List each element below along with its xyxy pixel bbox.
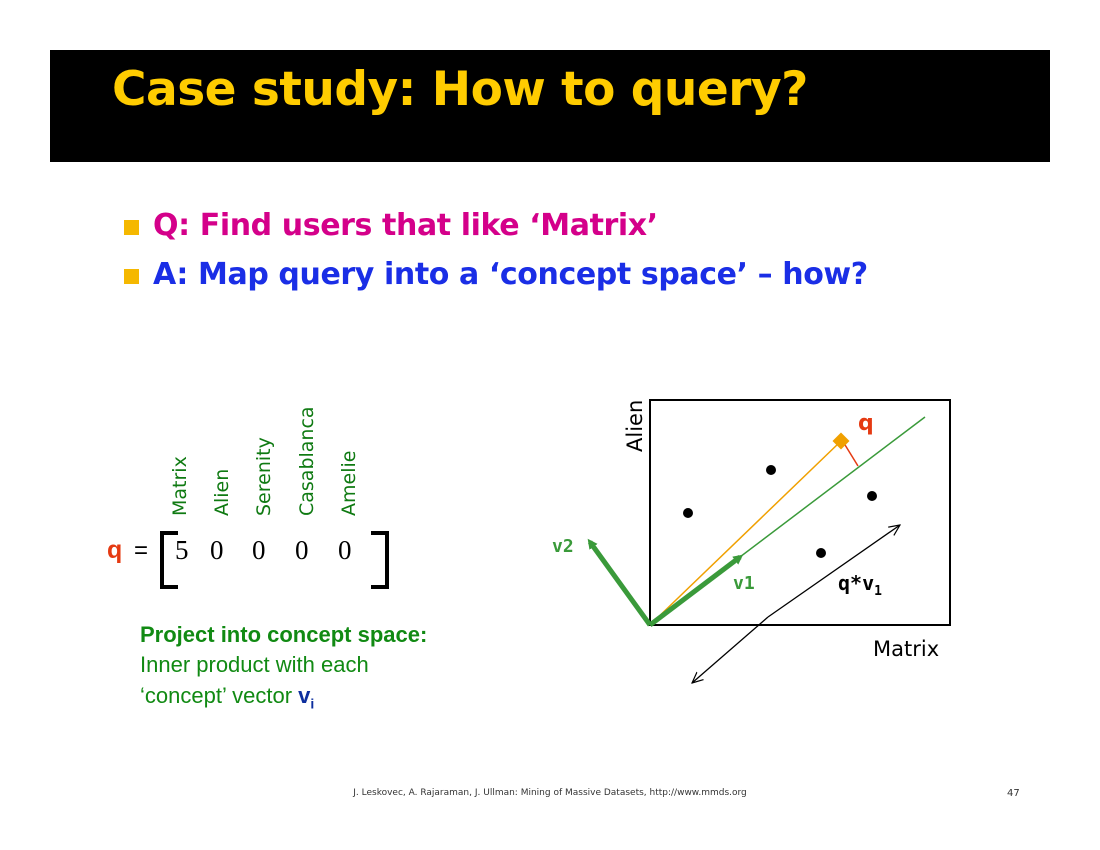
bullet-question: Q: Find users that like ‘Matrix’ — [153, 208, 658, 243]
projection-line-2: Inner product with each — [140, 652, 369, 677]
query-value-casablanca: 0 — [295, 535, 309, 565]
query-value-alien: 0 — [210, 535, 224, 565]
column-label-amelie: Amelie — [338, 450, 360, 516]
column-label-serenity: Serenity — [253, 437, 275, 516]
slide-title: Case study: How to query? — [112, 62, 808, 117]
v1-label: v1 — [733, 573, 755, 594]
data-point — [766, 465, 776, 475]
projection-line-3-text: ‘concept’ vector — [140, 683, 299, 708]
projection-value-label: q*v1 — [838, 571, 882, 599]
footer-citation: J. Leskovec, A. Rajaraman, J. Ullman: Mi… — [353, 788, 747, 798]
vector-symbol: vi — [298, 683, 315, 712]
v2-arrow — [587, 538, 653, 627]
column-label-matrix: Matrix — [169, 456, 191, 516]
bullet-square-icon — [124, 220, 139, 235]
projection-axis-arrow-up — [767, 525, 900, 618]
equals-sign: = — [134, 537, 149, 564]
v1-arrow — [648, 554, 744, 627]
column-label-casablanca: Casablanca — [296, 406, 318, 516]
query-value-matrix: 5 — [175, 535, 189, 565]
projection-heading: Project into concept space: — [140, 622, 428, 647]
data-point — [683, 508, 693, 518]
bullet-square-icon — [124, 269, 139, 284]
query-label: q — [107, 536, 123, 564]
page-number: 47 — [1007, 788, 1020, 799]
data-point — [816, 548, 826, 558]
query-value-serenity: 0 — [252, 535, 266, 565]
data-point — [867, 491, 877, 501]
projection-line-3: ‘concept’ vector vi — [140, 683, 314, 711]
projection-axis-arrow-down — [692, 616, 769, 683]
query-point-label: q — [858, 411, 874, 436]
column-label-alien: Alien — [211, 468, 233, 516]
query-value-amelie: 0 — [338, 535, 352, 565]
y-axis-label: Alien — [623, 400, 647, 452]
bullet-answer: A: Map query into a ‘concept space’ – ho… — [153, 257, 868, 292]
concept-space-diagram: Alien Matrix q v1 v2 q*v1 — [552, 399, 951, 710]
right-bracket — [371, 531, 389, 589]
v2-label: v2 — [552, 536, 574, 557]
query-vector-line — [649, 441, 841, 626]
x-axis-label: Matrix — [873, 637, 939, 661]
